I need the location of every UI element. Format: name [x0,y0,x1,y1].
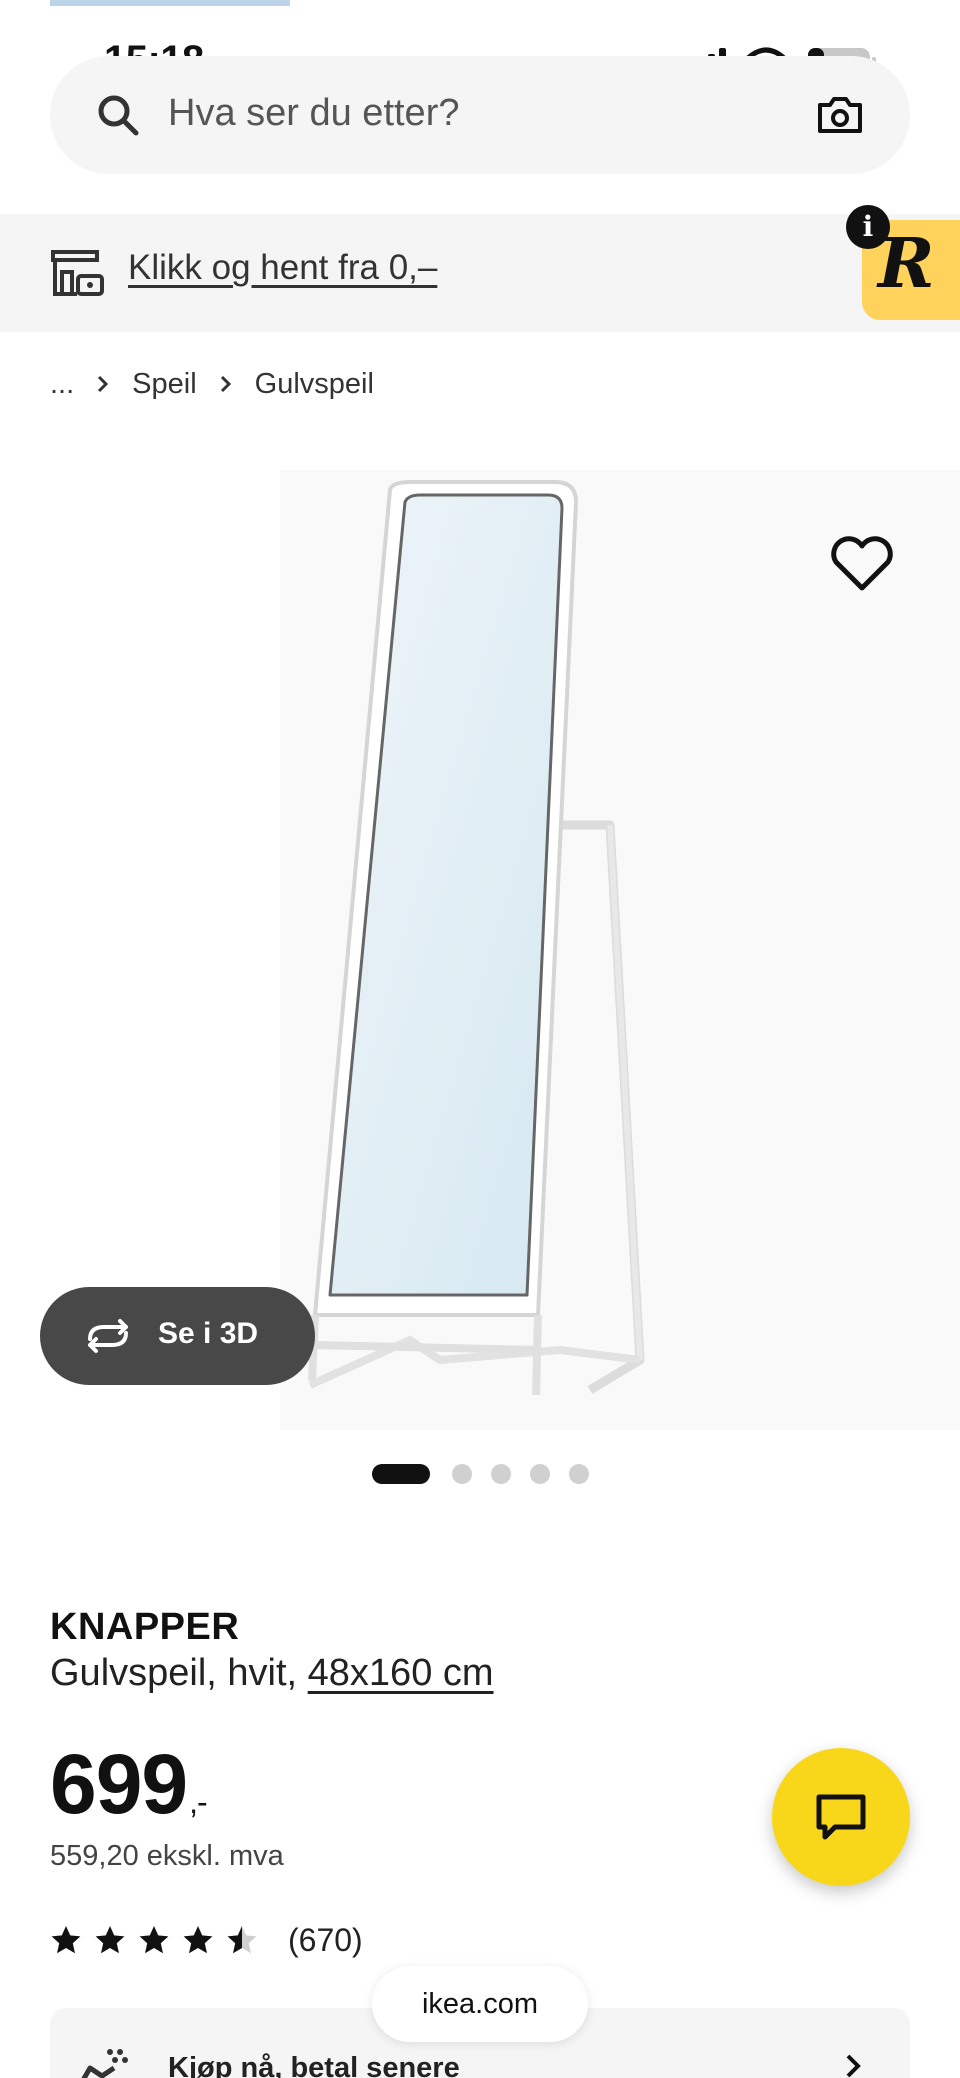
click-collect-link[interactable]: Klikk og hent fra 0,– [128,248,437,288]
chat-icon [816,1794,866,1840]
view-3d-button[interactable]: Se i 3D [40,1287,315,1385]
star-icon [183,1926,213,1954]
top-strip [50,0,290,6]
mirror-illustration [308,480,645,1396]
breadcrumb-ellipsis[interactable]: ... [50,368,74,401]
info-icon[interactable]: i [846,205,890,249]
carousel-dot[interactable] [452,1464,472,1484]
installment-label: Kjøp nå, betal senere [168,2052,460,2078]
star-icon [95,1926,125,1954]
rating-count: (670) [288,1921,363,1958]
promo-banner: Klikk og hent fra 0,– [0,214,960,332]
breadcrumb-item-gulvspeil[interactable]: Gulvspeil [255,368,374,401]
price-suffix: ,- [189,1784,208,1820]
store-icon [51,250,104,296]
star-icon [51,1926,81,1954]
carousel-dot[interactable] [491,1464,511,1484]
star-half-icon [227,1926,257,1954]
price-amount: 699 [50,1737,188,1831]
product-name: KNAPPER [50,1606,240,1648]
product-description: Gulvspeil, hvit, 48x160 cm [50,1652,494,1695]
chevron-right-icon [98,375,109,393]
price: 699,- [50,1736,208,1833]
price-ex-vat: 559,20 ekskl. mva [50,1840,284,1872]
carousel-dot[interactable] [569,1464,589,1484]
star-icon [139,1926,169,1954]
chevron-right-icon [220,375,231,393]
breadcrumb-item-speil[interactable]: Speil [132,368,197,401]
url-bar[interactable]: ikea.com [372,1966,588,2042]
carousel-dot[interactable] [530,1464,550,1484]
rating[interactable]: (670) [50,1918,363,1962]
heart-icon[interactable] [822,526,902,600]
payment-plan-icon [81,2049,128,2078]
chat-button[interactable] [772,1748,910,1886]
product-description-text: Gulvspeil, hvit, [50,1652,298,1694]
search-icon [98,95,139,136]
product-size-link[interactable]: 48x160 cm [308,1652,494,1694]
breadcrumb: ... Speil Gulvspeil [50,364,374,404]
chevron-right-icon [846,2054,861,2078]
carousel-dots [372,1464,608,1484]
search-input[interactable]: Hva ser du etter? [168,92,459,135]
camera-icon[interactable] [814,89,866,141]
search-bar[interactable]: Hva ser du etter? [50,56,910,174]
rotate-3d-icon [88,1319,128,1353]
view-3d-label: Se i 3D [158,1317,259,1350]
carousel-dot-active[interactable] [372,1464,430,1484]
